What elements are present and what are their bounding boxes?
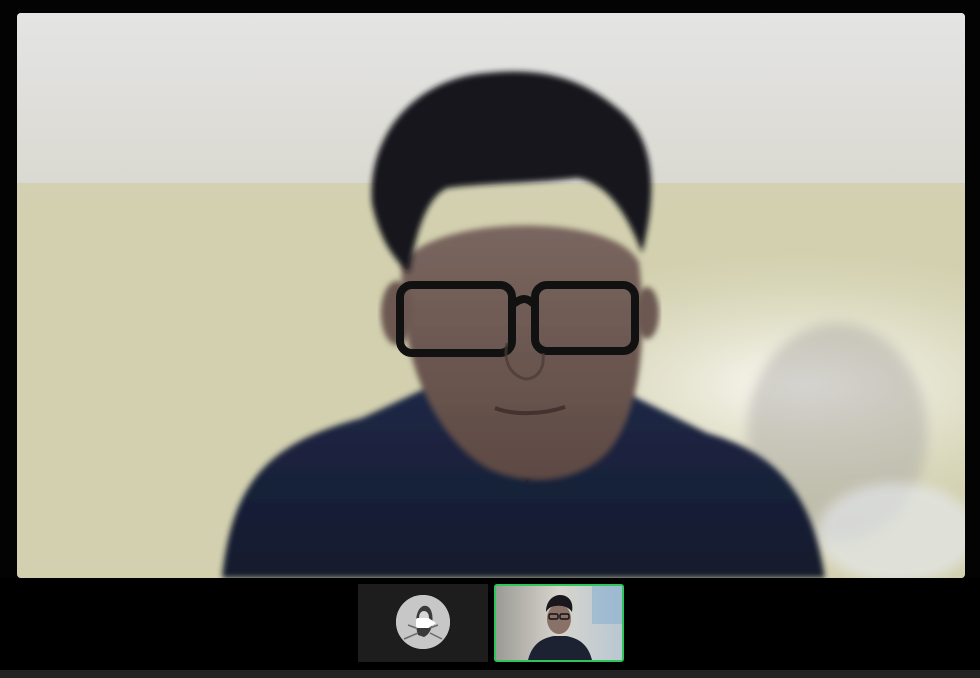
- thumbnail-strip: [0, 578, 980, 670]
- participant-avatar: [396, 595, 450, 649]
- participant-thumbnail-camera-off[interactable]: [358, 584, 488, 662]
- meeting-window: [0, 0, 980, 678]
- self-video-preview: [496, 586, 622, 660]
- active-speaker-video[interactable]: [17, 13, 965, 578]
- camera-off-icon: [416, 618, 436, 628]
- participant-thumbnail-self-video[interactable]: [494, 584, 624, 662]
- bottom-toolbar-edge: [0, 670, 980, 678]
- active-speaker-frame: [17, 13, 965, 578]
